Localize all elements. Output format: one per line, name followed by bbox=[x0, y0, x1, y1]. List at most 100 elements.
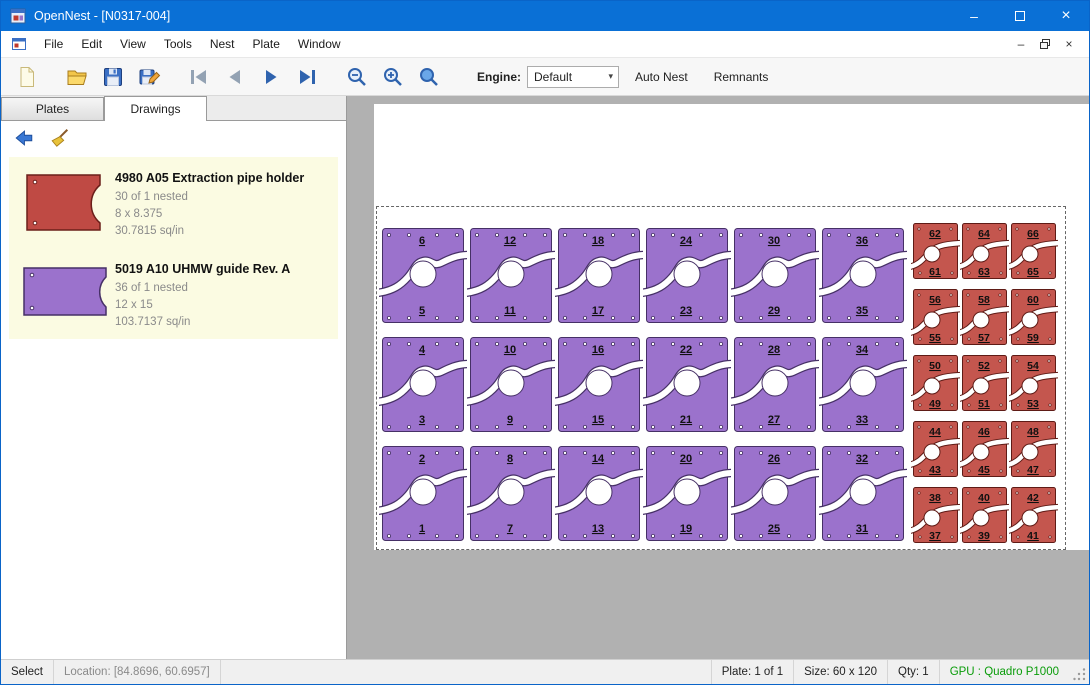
part-number-label: 64 bbox=[978, 228, 990, 240]
nest-part-pair-red[interactable]: 56 55 bbox=[911, 283, 960, 349]
nest-part-pair-purple[interactable]: 14 13 bbox=[555, 435, 643, 544]
part-number-label: 56 bbox=[929, 294, 941, 306]
nest-part-pair-purple[interactable]: 10 9 bbox=[467, 326, 555, 435]
save-button[interactable] bbox=[95, 61, 131, 93]
next-arrow-icon bbox=[259, 65, 283, 89]
remnants-button[interactable]: Remnants bbox=[704, 64, 779, 90]
part-number-label: 12 bbox=[504, 235, 516, 247]
part-number-label: 8 bbox=[507, 453, 513, 465]
mdi-restore-button[interactable] bbox=[1033, 34, 1057, 54]
next-plate-button[interactable] bbox=[253, 61, 289, 93]
nest-part-pair-red[interactable]: 58 57 bbox=[960, 283, 1009, 349]
menu-tools[interactable]: Tools bbox=[155, 32, 201, 56]
nest-part-pair-red[interactable]: 64 63 bbox=[960, 217, 1009, 283]
part-number-label: 32 bbox=[856, 453, 868, 465]
part-number-label: 36 bbox=[856, 235, 868, 247]
nest-part-pair-purple[interactable]: 20 19 bbox=[643, 435, 731, 544]
broom-icon bbox=[49, 127, 71, 149]
nest-part-pair-red[interactable]: 44 43 bbox=[911, 415, 960, 481]
part-number-label: 33 bbox=[856, 414, 868, 426]
nest-part-pair-purple[interactable]: 28 27 bbox=[731, 326, 819, 435]
nest-part-pair-red[interactable]: 46 45 bbox=[960, 415, 1009, 481]
part-number-label: 59 bbox=[1027, 332, 1039, 344]
part-number-label: 18 bbox=[592, 235, 604, 247]
nest-part-pair-purple[interactable]: 36 35 bbox=[819, 217, 907, 326]
tab-plates[interactable]: Plates bbox=[1, 97, 104, 120]
nest-part-pair-purple[interactable]: 32 31 bbox=[819, 435, 907, 544]
zoom-fit-button[interactable] bbox=[411, 61, 447, 93]
menu-edit[interactable]: Edit bbox=[72, 32, 111, 56]
part-number-label: 24 bbox=[680, 235, 693, 247]
part-number-label: 42 bbox=[1027, 492, 1039, 504]
part-number-label: 7 bbox=[507, 523, 513, 535]
menu-plate[interactable]: Plate bbox=[244, 32, 289, 56]
minimize-button[interactable]: – bbox=[951, 1, 997, 31]
menu-file[interactable]: File bbox=[35, 32, 72, 56]
nest-part-pair-purple[interactable]: 6 5 bbox=[379, 217, 467, 326]
drawing-list-item[interactable]: 4980 A05 Extraction pipe holder 30 of 1 … bbox=[9, 157, 338, 248]
nest-part-pair-red[interactable]: 52 51 bbox=[960, 349, 1009, 415]
engine-select[interactable]: Default ▾ bbox=[527, 66, 619, 88]
minimize-icon: – bbox=[970, 8, 978, 24]
nest-part-pair-purple[interactable]: 18 17 bbox=[555, 217, 643, 326]
zoom-out-button[interactable] bbox=[339, 61, 375, 93]
part-number-label: 15 bbox=[592, 414, 604, 426]
drawing-size: 12 x 15 bbox=[115, 297, 290, 314]
nest-part-pair-purple[interactable]: 30 29 bbox=[731, 217, 819, 326]
part-number-label: 22 bbox=[680, 344, 692, 356]
part-number-label: 51 bbox=[978, 398, 990, 410]
main-toolbar: Engine: Default ▾ Auto Nest Remnants bbox=[1, 58, 1089, 96]
mdi-restore-icon bbox=[1039, 38, 1051, 50]
nest-part-pair-red[interactable]: 40 39 bbox=[960, 481, 1009, 547]
nest-part-pair-red[interactable]: 42 41 bbox=[1009, 481, 1058, 547]
tab-drawings[interactable]: Drawings bbox=[104, 96, 207, 121]
nest-part-pair-red[interactable]: 62 61 bbox=[911, 217, 960, 283]
drawing-list-item[interactable]: 5019 A10 UHMW guide Rev. A 36 of 1 neste… bbox=[9, 248, 338, 339]
last-plate-button[interactable] bbox=[289, 61, 325, 93]
nest-canvas[interactable]: 6 5 12 11 18 17 24 23 bbox=[347, 96, 1089, 659]
part-number-label: 63 bbox=[978, 266, 990, 278]
part-number-label: 27 bbox=[768, 414, 780, 426]
nest-part-pair-purple[interactable]: 16 15 bbox=[555, 326, 643, 435]
nest-part-pair-purple[interactable]: 26 25 bbox=[731, 435, 819, 544]
first-plate-button[interactable] bbox=[181, 61, 217, 93]
last-arrow-icon bbox=[295, 65, 319, 89]
clear-button[interactable] bbox=[45, 124, 75, 152]
previous-plate-button[interactable] bbox=[217, 61, 253, 93]
menu-nest[interactable]: Nest bbox=[201, 32, 244, 56]
maximize-button[interactable] bbox=[997, 1, 1043, 31]
resize-grip[interactable] bbox=[1073, 668, 1087, 682]
part-number-label: 16 bbox=[592, 344, 604, 356]
nest-part-pair-red[interactable]: 54 53 bbox=[1009, 349, 1058, 415]
nest-part-pair-purple[interactable]: 34 33 bbox=[819, 326, 907, 435]
nest-part-pair-purple[interactable]: 22 21 bbox=[643, 326, 731, 435]
nest-part-pair-purple[interactable]: 8 7 bbox=[467, 435, 555, 544]
nest-part-pair-purple[interactable]: 2 1 bbox=[379, 435, 467, 544]
close-button[interactable]: × bbox=[1043, 1, 1089, 31]
nest-plate[interactable]: 6 5 12 11 18 17 24 23 bbox=[376, 206, 1066, 550]
open-button[interactable] bbox=[59, 61, 95, 93]
new-button[interactable] bbox=[9, 61, 45, 93]
part-number-label: 10 bbox=[504, 344, 516, 356]
menu-window[interactable]: Window bbox=[289, 32, 350, 56]
nest-part-pair-purple[interactable]: 4 3 bbox=[379, 326, 467, 435]
status-bar: Select Location: [84.8696, 60.6957] Plat… bbox=[1, 659, 1089, 684]
mdi-close-button[interactable]: × bbox=[1057, 34, 1081, 54]
mdi-minimize-button[interactable]: – bbox=[1009, 34, 1033, 54]
zoom-in-button[interactable] bbox=[375, 61, 411, 93]
auto-nest-button[interactable]: Auto Nest bbox=[625, 64, 698, 90]
drawing-list: 4980 A05 Extraction pipe holder 30 of 1 … bbox=[9, 157, 338, 339]
save-as-icon bbox=[137, 65, 161, 89]
nest-part-pair-purple[interactable]: 12 11 bbox=[467, 217, 555, 326]
part-number-label: 49 bbox=[929, 398, 941, 410]
nest-part-pair-red[interactable]: 60 59 bbox=[1009, 283, 1058, 349]
nest-part-pair-red[interactable]: 38 37 bbox=[911, 481, 960, 547]
menu-view[interactable]: View bbox=[111, 32, 155, 56]
tab-strip: Plates Drawings bbox=[1, 96, 346, 121]
return-part-button[interactable] bbox=[9, 124, 39, 152]
nest-part-pair-red[interactable]: 48 47 bbox=[1009, 415, 1058, 481]
nest-part-pair-purple[interactable]: 24 23 bbox=[643, 217, 731, 326]
save-as-button[interactable] bbox=[131, 61, 167, 93]
nest-part-pair-red[interactable]: 50 49 bbox=[911, 349, 960, 415]
nest-part-pair-red[interactable]: 66 65 bbox=[1009, 217, 1058, 283]
